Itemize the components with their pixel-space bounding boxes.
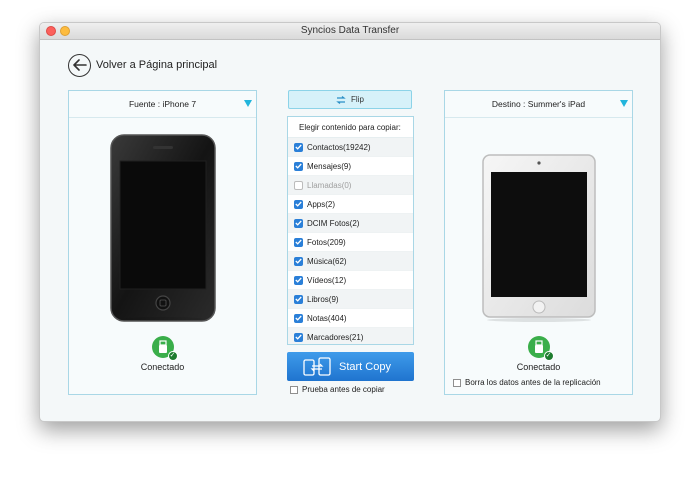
content-item-row[interactable]: Apps(2) [288,195,413,214]
start-copy-label: Start Copy [339,360,391,373]
source-device-header[interactable]: Fuente : iPhone 7 [69,91,256,118]
destination-device-panel: Destino : Summer's iPad ✓ Conectado Borr… [444,90,633,395]
destination-device-header[interactable]: Destino : Summer's iPad [445,91,632,118]
content-item-label: Música(62) [307,256,347,266]
content-item-label: DCIM Fotos(2) [307,218,360,228]
swap-icon [336,95,346,104]
content-item-row[interactable]: Llamadas(0) [288,176,413,195]
transfer-devices-icon [303,356,331,376]
checked-checkbox[interactable] [294,313,303,323]
content-selection-list: Elegir contenido para copiar: Contactos(… [287,116,414,345]
checked-checkbox[interactable] [294,218,303,228]
source-device-label: Fuente : iPhone 7 [128,99,197,109]
flip-label: Flip [351,95,364,104]
content-item-label: Marcadores(21) [307,332,364,342]
content-item-row[interactable]: Notas(404) [288,309,413,328]
content-item-row[interactable]: Marcadores(21) [288,328,413,344]
content-item-label: Vídeos(12) [307,275,347,285]
source-device-panel: Fuente : iPhone 7 ✓ Conectado [68,90,257,395]
source-connection-status: ✓ Conectado [69,336,256,372]
content-item-label: Mensajes(9) [307,161,352,171]
checked-checkbox[interactable] [294,161,303,171]
content-item-label: Apps(2) [307,199,336,209]
content-item-label: Llamadas(0) [307,180,352,190]
content-item-row[interactable]: Fotos(209) [288,233,413,252]
test-before-copy-checkbox[interactable]: Prueba antes de copiar [290,385,385,394]
source-status-label: Conectado [140,362,185,372]
clear-data-label: Borra los datos antes de la replicación [465,378,601,387]
back-label: Volver a Página principal [96,59,218,71]
content-item-label: Contactos(19242) [307,142,371,152]
ipad-image [482,154,596,322]
checked-checkbox[interactable] [294,199,303,209]
back-to-home-button[interactable]: Volver a Página principal [68,53,217,77]
clear-data-checkbox[interactable]: Borra los datos antes de la replicación [453,378,601,387]
unchecked-checkbox[interactable] [294,180,303,190]
window-title: Syncios Data Transfer [300,25,400,36]
clear-data-box[interactable] [453,378,461,387]
checked-checkbox[interactable] [294,256,303,266]
content-item-label: Fotos(209) [307,237,346,247]
back-arrow-icon [68,53,91,77]
content-item-row[interactable]: Música(62) [288,252,413,271]
checked-checkbox[interactable] [294,237,303,247]
test-before-copy-box[interactable] [290,385,298,394]
destination-dropdown-icon[interactable] [620,100,628,107]
usb-connected-icon: ✓ [527,336,554,361]
checked-checkbox[interactable] [294,294,303,304]
iphone-image [110,134,216,322]
test-before-copy-label: Prueba antes de copiar [302,385,385,394]
content-item-row[interactable]: Mensajes(9) [288,157,413,176]
flip-button[interactable]: Flip [288,90,412,109]
destination-status-label: Conectado [516,362,561,372]
usb-connected-icon: ✓ [151,336,178,361]
checked-checkbox[interactable] [294,275,303,285]
content-item-row[interactable]: DCIM Fotos(2) [288,214,413,233]
start-copy-button[interactable]: Start Copy [287,352,414,381]
destination-device-label: Destino : Summer's iPad [491,99,586,109]
app-window: Syncios Data Transfer Volver a Página pr… [39,22,661,422]
checked-checkbox[interactable] [294,142,303,152]
source-dropdown-icon[interactable] [244,100,252,107]
content-item-label: Notas(404) [307,313,347,323]
content-item-row[interactable]: Contactos(19242) [288,138,413,157]
content-item-row[interactable]: Libros(9) [288,290,413,309]
content-item-label: Libros(9) [307,294,339,304]
content-item-row[interactable]: Vídeos(12) [288,271,413,290]
content-list-header: Elegir contenido para copiar: [288,117,413,138]
check-badge-icon: ✓ [167,351,178,361]
checked-checkbox[interactable] [294,332,303,342]
destination-connection-status: ✓ Conectado [445,336,632,372]
title-bar: Syncios Data Transfer [40,23,660,40]
check-badge-icon: ✓ [543,351,554,361]
